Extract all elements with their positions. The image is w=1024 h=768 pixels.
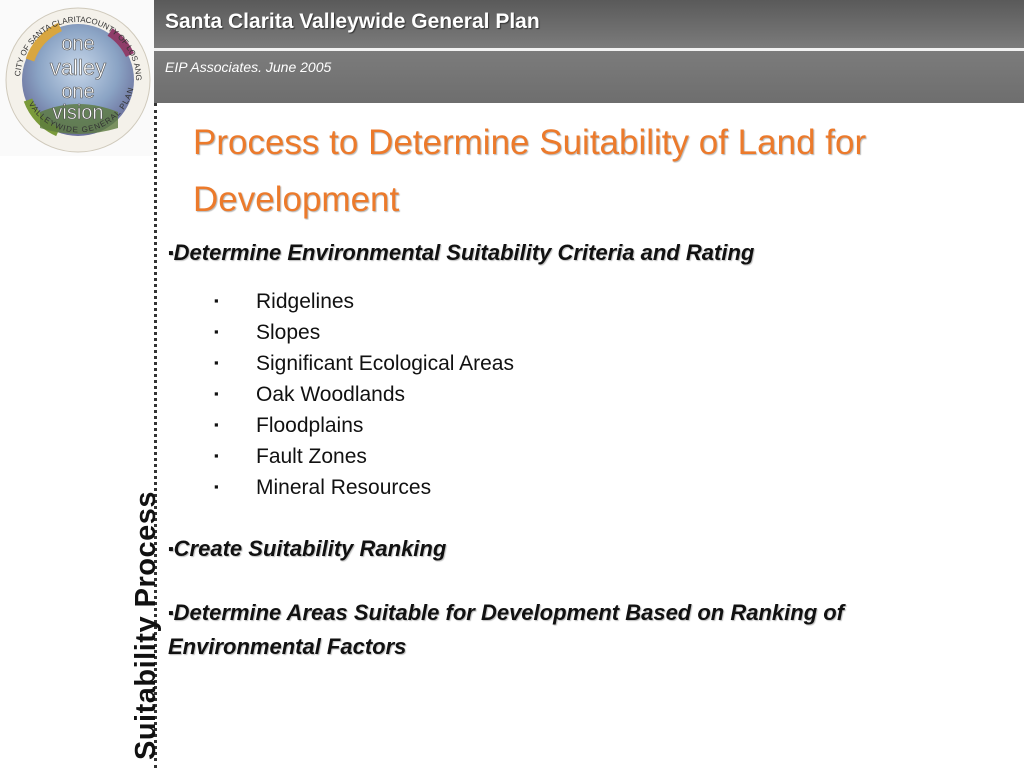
bullet-marker: ▪ (168, 541, 174, 558)
bullet-marker: ▪ (168, 245, 174, 262)
logo-word-vision: vision (52, 102, 103, 124)
bullet-marker: ▪ (214, 417, 219, 432)
main-bullet-3-text: Determine Areas Suitable for Development… (168, 600, 845, 659)
list-item: ▪ Oak Woodlands (214, 383, 514, 414)
criteria-item-text: Mineral Resources (256, 476, 432, 499)
bullet-marker: ▪ (214, 448, 219, 463)
criteria-item-text: Oak Woodlands (256, 383, 406, 406)
side-section-label: Suitability Process (130, 491, 162, 760)
list-item: ▪ Mineral Resources (214, 476, 514, 507)
list-item: ▪ Fault Zones (214, 445, 514, 476)
list-item: ▪ Significant Ecological Areas (214, 352, 514, 383)
criteria-item-text: Fault Zones (256, 445, 367, 468)
logo-emblem: CITY OF SANTA CLARITA COUNTY OF LOS ANGE… (0, 0, 151, 153)
main-bullet-2: ▪Create Suitability Ranking (168, 536, 446, 562)
criteria-item-text: Ridgelines (256, 290, 355, 313)
bullet-marker: ▪ (214, 355, 219, 370)
criteria-item-text: Significant Ecological Areas (256, 352, 514, 375)
criteria-list: ▪ Ridgelines ▪ Slopes ▪ Significant Ecologi… (214, 290, 514, 507)
logo-word-one-bottom: one (61, 81, 94, 103)
main-bullet-3: ▪Determine Areas Suitable for Developmen… (168, 597, 988, 662)
criteria-item-text: Floodplains (256, 414, 364, 437)
header-bar: Santa Clarita Valleywide General Plan EI… (154, 0, 1024, 103)
main-bullet-2-text: Create Suitability Ranking (173, 536, 447, 561)
list-item: ▪ Ridgelines (214, 290, 514, 321)
slide-title: Process to Determine Suitability of Land… (193, 123, 867, 219)
bullet-marker: ▪ (214, 386, 219, 401)
list-item: ▪ Floodplains (214, 414, 514, 445)
list-item: ▪ Slopes (214, 321, 514, 352)
header-divider-line (154, 48, 1024, 51)
header-subtitle: EIP Associates. June 2005 (165, 59, 332, 75)
logo-word-valley: valley (50, 55, 106, 80)
header-title: Santa Clarita Valleywide General Plan (165, 10, 540, 33)
bullet-marker: ▪ (214, 324, 219, 339)
bullet-marker: ▪ (168, 605, 174, 622)
one-valley-one-vision-logo: CITY OF SANTA CLARITA COUNTY OF LOS ANGE… (0, 0, 154, 156)
main-bullet-1: ▪Determine Environmental Suitability Cri… (168, 240, 754, 266)
main-bullet-1-text: Determine Environmental Suitability Crit… (173, 240, 755, 265)
bullet-marker: ▪ (214, 293, 219, 308)
logo-word-one-top: one (61, 33, 94, 55)
bullet-marker: ▪ (214, 479, 219, 494)
criteria-item-text: Slopes (256, 321, 321, 344)
